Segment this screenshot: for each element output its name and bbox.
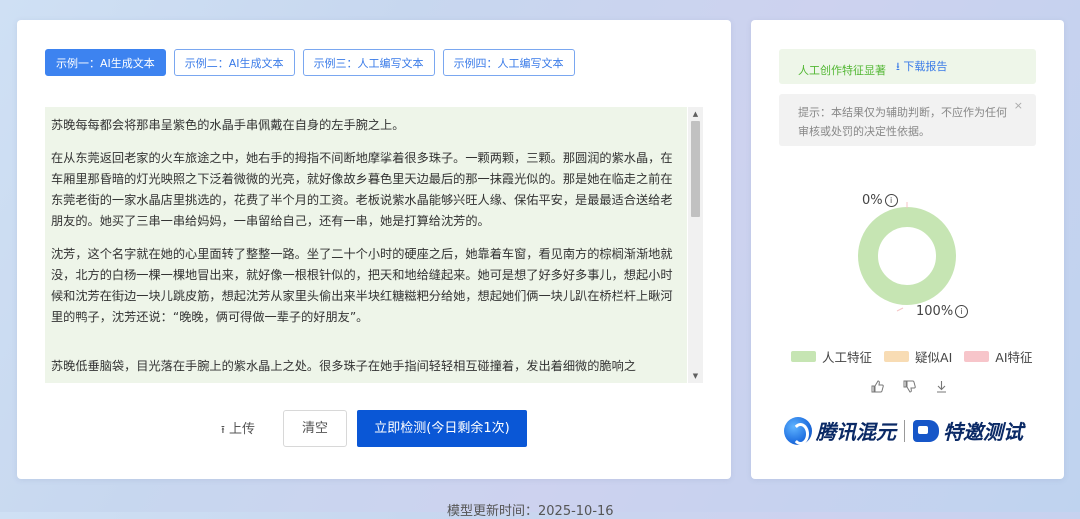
paragraph: 沈芳，这个名字就在她的心里面转了整整一路。坐了二十个小时的硬座之后，她靠着车窗，… xyxy=(51,247,673,324)
result-banner: 人工创作特征显著 ⭳ 下载报告 xyxy=(779,49,1036,84)
download-label: 下载报告 xyxy=(903,60,948,73)
detect-button[interactable]: 立即检测(今日剩余1次) xyxy=(357,410,527,447)
human-percentage-label: 100% i xyxy=(916,304,969,319)
text-content: 苏晚每每都会将那串呈紫色的水晶手串佩戴在自身的左手腕之上。 在从东莞返回老家的火… xyxy=(45,107,687,377)
download-icon: ⭳ xyxy=(896,60,900,73)
chart-legend: 人工特征 疑似AI AI特征 xyxy=(791,347,1033,366)
text-scrollbar[interactable]: ▲ ▼ xyxy=(688,107,703,383)
legend-swatch xyxy=(884,351,910,362)
upload-label: 上传 xyxy=(229,422,256,437)
result-donut-chart xyxy=(858,202,956,312)
brand-name-special-test: 特邀测试 xyxy=(943,420,1023,444)
paragraph: 在从东莞返回老家的火车旅途之中，她右手的拇指不间断地摩挲着很多珠子。一颗两颗，三… xyxy=(51,151,673,228)
tip-text: 提示：本结果仅为辅助判断，不应作为任何审核或处罚的决定性依据。 xyxy=(798,106,1007,138)
disclaimer-tip: 提示：本结果仅为辅助判断，不应作为任何审核或处罚的决定性依据。 × xyxy=(779,94,1036,146)
tab-example-4[interactable]: 示例四：人工编写文本 xyxy=(442,49,575,76)
paragraph: 苏晚低垂脑袋，目光落在手腕上的紫水晶上之处。很多珠子在她手指间轻轻相互碰撞着，发… xyxy=(51,359,636,373)
legend-label: 人工特征 xyxy=(822,350,873,365)
divider xyxy=(904,419,905,442)
hunyuan-logo-icon xyxy=(784,416,812,445)
scroll-up-arrow-icon[interactable]: ▲ xyxy=(688,107,703,121)
thumbs-down-icon[interactable] xyxy=(902,380,916,394)
legend-swatch xyxy=(964,351,990,362)
download-arrow-icon[interactable] xyxy=(934,380,948,394)
clear-button[interactable]: 清空 xyxy=(283,410,347,447)
tab-example-3[interactable]: 示例三：人工编写文本 xyxy=(302,49,435,76)
legend-item-ai: AI特征 xyxy=(964,347,1033,366)
scroll-down-arrow-icon[interactable]: ▼ xyxy=(688,369,703,383)
detection-result-panel: 人工创作特征显著 ⭳ 下载报告 提示：本结果仅为辅助判断，不应作为任何审核或处罚… xyxy=(751,20,1064,479)
info-icon[interactable]: i xyxy=(955,305,969,318)
thumbs-up-icon[interactable] xyxy=(870,380,884,394)
tab-example-2[interactable]: 示例二：AI生成文本 xyxy=(173,49,295,76)
legend-label: 疑似AI xyxy=(915,350,953,365)
tab-example-1[interactable]: 示例一：AI生成文本 xyxy=(45,49,166,76)
paragraph: 苏晚每每都会将那串呈紫色的水晶手串佩戴在自身的左手腕之上。 xyxy=(51,118,405,132)
brand-name-hunyuan: 腾讯混元 xyxy=(816,420,896,444)
human-percentage: 100% xyxy=(916,304,954,319)
legend-label: AI特征 xyxy=(995,350,1033,365)
text-input-area[interactable]: 苏晚每每都会将那串呈紫色的水晶手串佩戴在自身的左手腕之上。 在从东莞返回老家的火… xyxy=(45,107,687,383)
upload-icon: ⭱ xyxy=(221,423,225,436)
legend-swatch xyxy=(791,351,816,362)
upload-button[interactable]: ⭱ 上传 xyxy=(221,418,255,440)
close-icon[interactable]: × xyxy=(1014,99,1023,112)
detection-input-panel: 示例一：AI生成文本 示例二：AI生成文本 示例三：人工编写文本 示例四：人工编… xyxy=(17,20,731,479)
donut-slice-human xyxy=(858,207,956,305)
download-report-link[interactable]: ⭳ 下载报告 xyxy=(896,58,947,77)
special-test-logo-icon xyxy=(913,419,939,442)
feedback-bar xyxy=(870,380,948,394)
scrollbar-thumb[interactable] xyxy=(691,121,700,217)
example-tabs: 示例一：AI生成文本 示例二：AI生成文本 示例三：人工编写文本 示例四：人工编… xyxy=(45,49,575,76)
result-title: 人工创作特征显著 xyxy=(798,64,886,77)
model-update-time: 模型更新时间：2025-10-16 xyxy=(447,504,614,519)
legend-item-suspected-ai: 疑似AI xyxy=(884,347,952,366)
donut-marker-human xyxy=(896,307,904,312)
brand-logos: 腾讯混元 特邀测试 xyxy=(784,416,1023,445)
legend-item-human: 人工特征 xyxy=(791,347,872,366)
